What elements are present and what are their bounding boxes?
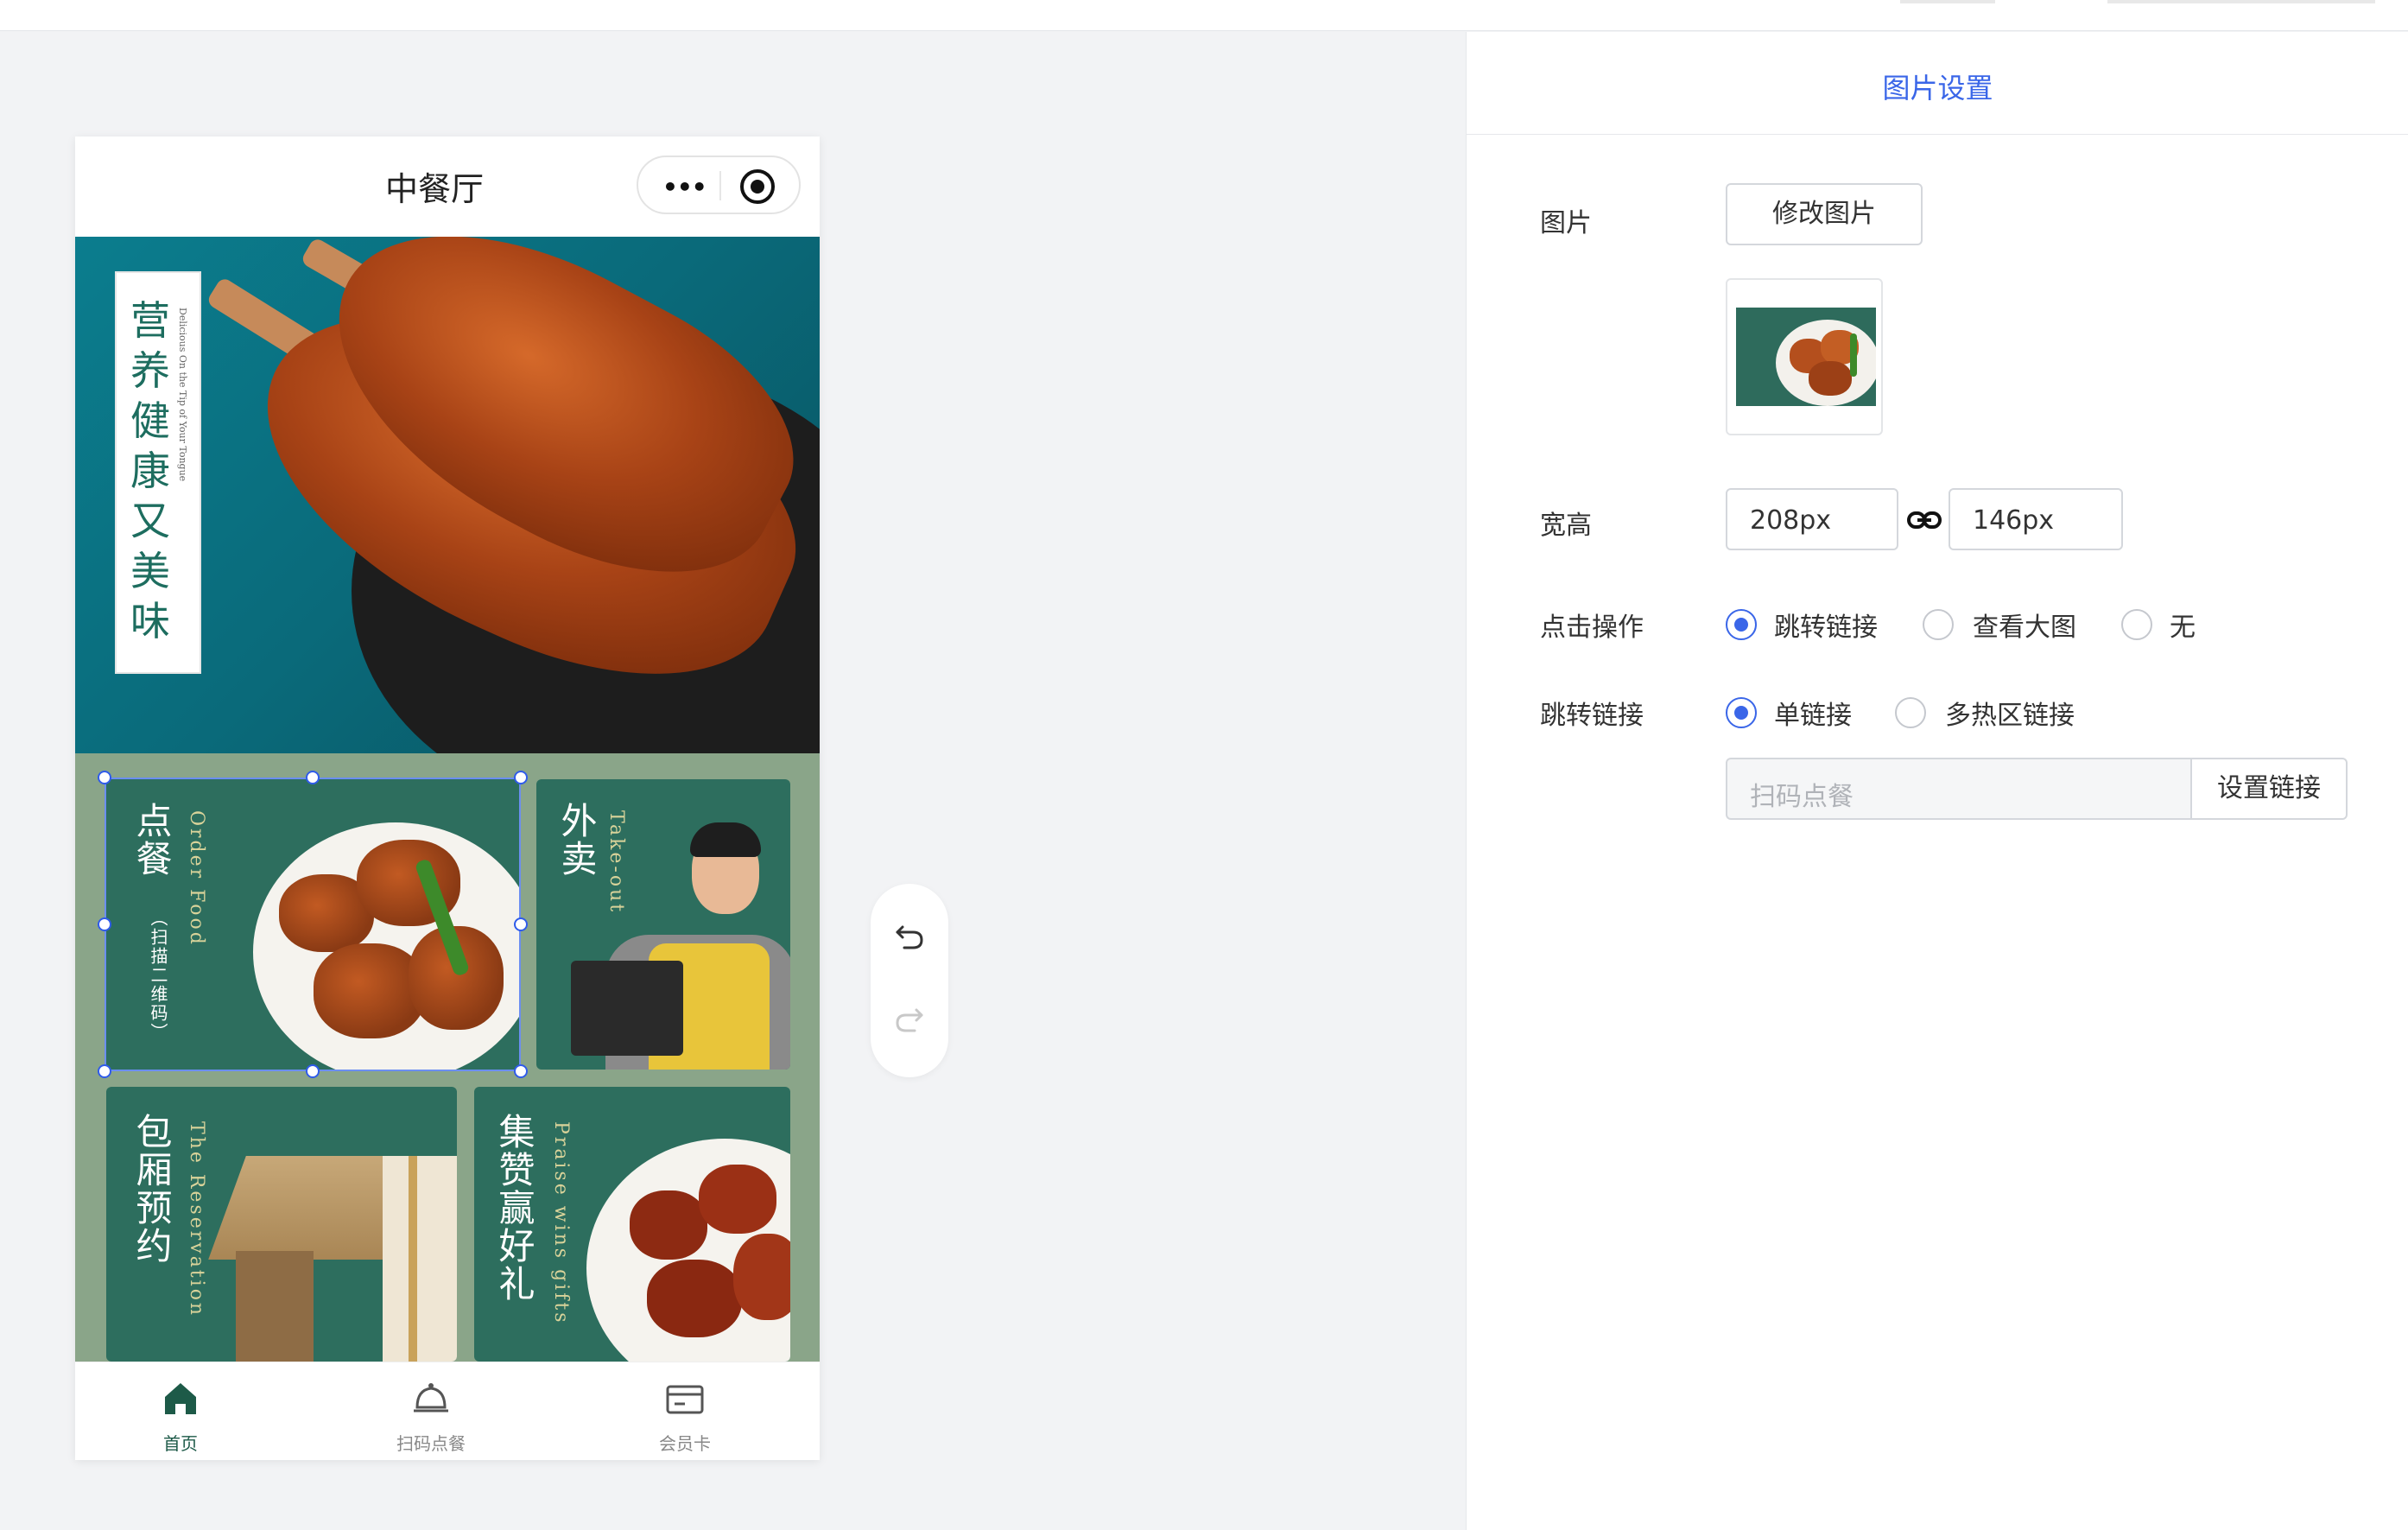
tab-label: 扫码点餐	[396, 1433, 466, 1454]
selection-outline	[105, 778, 521, 1071]
resize-handle[interactable]	[98, 1064, 111, 1078]
resize-handle[interactable]	[98, 771, 111, 784]
size-label: 宽高	[1540, 511, 1592, 541]
phone-preview: 中餐厅 ••• 营 养 健 康 又 美 味 Delicious On the T…	[75, 136, 820, 1460]
card-title: 包厢预约	[130, 1113, 173, 1265]
radio-label[interactable]: 无	[2170, 606, 2196, 644]
radio-label[interactable]: 单链接	[1774, 694, 1852, 732]
delivery-box	[571, 961, 683, 1056]
redo-icon[interactable]	[892, 1001, 927, 1036]
courier-hair	[690, 822, 761, 857]
headline-char: 营	[130, 297, 170, 344]
radio-label[interactable]: 查看大图	[1973, 606, 2076, 644]
card-english: The Reservation	[186, 1121, 207, 1318]
image-label: 图片	[1540, 208, 1592, 238]
panel-title[interactable]: 图片设置	[1467, 67, 2408, 106]
headline-char: 健	[130, 397, 170, 444]
tab-member-card[interactable]: 会员卡	[599, 1362, 771, 1460]
link-input[interactable]: 扫码点餐	[1726, 758, 2192, 820]
more-icon[interactable]: •••	[662, 173, 707, 201]
banner-headline: 营 养 健 康 又 美 味	[129, 295, 172, 646]
height-input[interactable]: 146px	[1949, 488, 2123, 550]
tab-label: 首页	[163, 1433, 198, 1454]
table-runner	[383, 1156, 457, 1362]
meat-piece	[699, 1165, 776, 1234]
headline-char: 味	[130, 598, 170, 644]
tab-label: 会员卡	[659, 1433, 711, 1454]
change-image-button[interactable]: 修改图片	[1726, 183, 1923, 245]
headline-char: 养	[130, 347, 170, 394]
radio-none[interactable]	[2121, 609, 2152, 640]
headline-char: 美	[130, 548, 170, 594]
editor-canvas: 中餐厅 ••• 营 养 健 康 又 美 味 Delicious On the T…	[0, 32, 1466, 1530]
close-target-icon[interactable]	[740, 169, 775, 204]
mini-program-navbar: 中餐厅 •••	[75, 136, 820, 237]
radio-view-large[interactable]	[1923, 609, 1954, 640]
radio-label[interactable]: 多热区链接	[1945, 694, 2075, 732]
radio-single-link[interactable]	[1726, 697, 1757, 728]
jump-link-label: 跳转链接	[1540, 701, 1644, 731]
resize-handle[interactable]	[514, 917, 528, 931]
meat-piece	[630, 1190, 707, 1260]
card-title: 集赞赢好礼	[493, 1113, 535, 1303]
card-reservation[interactable]: 包厢预约 The Reservation	[106, 1087, 457, 1362]
card-english: Take-out	[605, 810, 627, 915]
card-title: 外卖	[555, 802, 598, 878]
undo-redo-panel	[871, 884, 948, 1077]
undo-icon[interactable]	[892, 918, 927, 953]
resize-handle[interactable]	[514, 1064, 528, 1078]
resize-handle[interactable]	[306, 771, 320, 784]
card-praise-gifts[interactable]: 集赞赢好礼 Praise wins gifts	[474, 1087, 790, 1362]
capsule-menu[interactable]: •••	[637, 156, 801, 214]
banner-headline-box: 营 养 健 康 又 美 味 Delicious On the Tip of Yo…	[115, 271, 201, 674]
table-leg	[236, 1251, 314, 1362]
meat-piece	[733, 1234, 790, 1320]
set-link-button[interactable]: 设置链接	[2190, 758, 2348, 820]
image-thumbnail[interactable]	[1726, 278, 1883, 435]
home-icon	[165, 1383, 196, 1414]
top-bar-button[interactable]	[2107, 0, 2375, 3]
resize-handle[interactable]	[98, 917, 111, 931]
width-input[interactable]: 208px	[1726, 488, 1898, 550]
resize-handle[interactable]	[306, 1064, 320, 1078]
member-card-icon	[666, 1385, 704, 1414]
card-takeout[interactable]: 外卖 Take-out	[536, 779, 790, 1070]
tab-scan-order[interactable]: 扫码点餐	[345, 1362, 517, 1460]
hotspot-grid: 点餐 （扫描二维码） Order Food 外卖 Take-out 包厢预约 T…	[75, 753, 820, 1362]
click-action-label: 点击操作	[1540, 613, 1644, 643]
radio-jump-link[interactable]	[1726, 609, 1757, 640]
banner-tagline: Delicious On the Tip of Your Tongue	[177, 308, 188, 482]
thumbnail-preview	[1736, 308, 1876, 406]
capsule-divider	[719, 171, 721, 200]
thumbnail-herb	[1850, 333, 1857, 377]
headline-char: 又	[130, 498, 170, 544]
settings-panel: 图片设置 图片 修改图片 宽高 208px 146px 点击操作 跳转链接 查看…	[1466, 32, 2408, 1530]
scan-order-icon	[414, 1383, 448, 1413]
top-bar-button[interactable]	[1900, 0, 1995, 3]
card-english: Praise wins gifts	[550, 1121, 572, 1325]
tab-home[interactable]: 首页	[94, 1362, 267, 1460]
top-bar	[0, 0, 2408, 31]
radio-label[interactable]: 跳转链接	[1774, 606, 1878, 644]
headline-char: 康	[130, 448, 170, 494]
tab-bar: 首页 扫码点餐 会员卡	[75, 1362, 820, 1460]
banner-image[interactable]: 营 养 健 康 又 美 味 Delicious On the Tip of Yo…	[75, 237, 820, 753]
panel-header: 图片设置	[1467, 32, 2408, 135]
meat-piece	[647, 1260, 742, 1337]
thumbnail-meat	[1809, 361, 1852, 396]
link-ratio-icon[interactable]	[1907, 507, 1942, 533]
resize-handle[interactable]	[514, 771, 528, 784]
radio-multi-hotspot[interactable]	[1895, 697, 1926, 728]
